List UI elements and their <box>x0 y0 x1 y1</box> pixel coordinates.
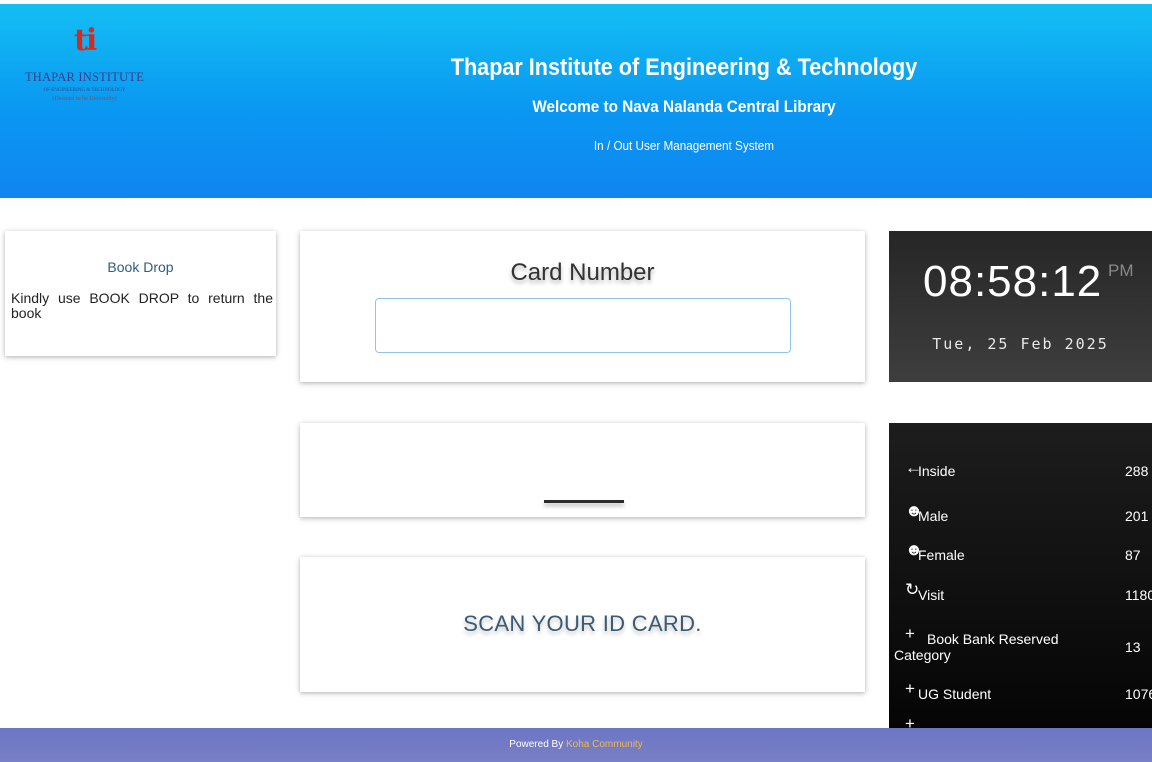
book-drop-card: Book Drop Kindly use BOOK DROP to return… <box>5 231 276 356</box>
footer: Powered By Koha Community <box>0 728 1152 762</box>
page-tagline: In / Out User Management System <box>593 138 775 153</box>
stat-label: Visit <box>918 587 945 603</box>
card-number-panel: Card Number <box>300 231 865 382</box>
stat-label: UG Student <box>918 686 992 702</box>
scan-prompt-panel: SCAN YOUR ID CARD. <box>300 557 865 692</box>
page-subtitle: Welcome to Nava Nalanda Central Library <box>532 97 836 116</box>
book-drop-title: Book Drop <box>107 259 174 275</box>
stat-label: Female <box>918 547 965 563</box>
stat-value: 87 <box>1125 547 1141 563</box>
stat-value: 201 <box>1125 508 1149 524</box>
plus-icon: + <box>905 679 915 698</box>
stat-value: 13 <box>1125 639 1141 655</box>
stat-label: Book Bank Reserved Category <box>894 631 1059 663</box>
message-panel <box>300 423 865 517</box>
plus-icon: + <box>905 714 915 728</box>
message-divider <box>544 500 624 503</box>
page-title: Thapar Institute of Engineering & Techno… <box>450 54 918 81</box>
clock-panel: 08:58:12 PM Tue, 25 Feb 2025 <box>889 231 1152 382</box>
logo-mark: ti <box>74 23 97 58</box>
stats-panel: ← Inside 288 ☻ Male 201 ☻ Female 87 ↻ Vi… <box>889 423 1152 728</box>
clock-ampm: PM <box>1108 261 1134 280</box>
stat-value: 1180 <box>1125 587 1152 603</box>
scan-prompt-text: SCAN YOUR ID CARD. <box>463 611 702 636</box>
stat-value: 288 <box>1125 463 1149 479</box>
book-drop-text: Kindly use BOOK DROP to return the book <box>11 290 273 321</box>
koha-community-link[interactable]: Koha Community <box>566 739 643 750</box>
clock-time: 08:58:12 <box>923 257 1103 306</box>
stat-value: 1076 <box>1125 686 1152 702</box>
card-number-label: Card Number <box>510 259 655 286</box>
footer-prefix: Powered By <box>509 739 566 750</box>
clock-date: Tue, 25 Feb 2025 <box>932 335 1109 353</box>
stat-label: Male <box>918 508 949 524</box>
header-banner: ti THAPAR INSTITUTE OF ENGINEERING & TEC… <box>0 4 1152 198</box>
logo-subtitle: OF ENGINEERING & TECHNOLOGY <box>43 88 126 93</box>
card-number-input[interactable] <box>375 298 791 353</box>
stat-label: Inside <box>918 463 956 479</box>
